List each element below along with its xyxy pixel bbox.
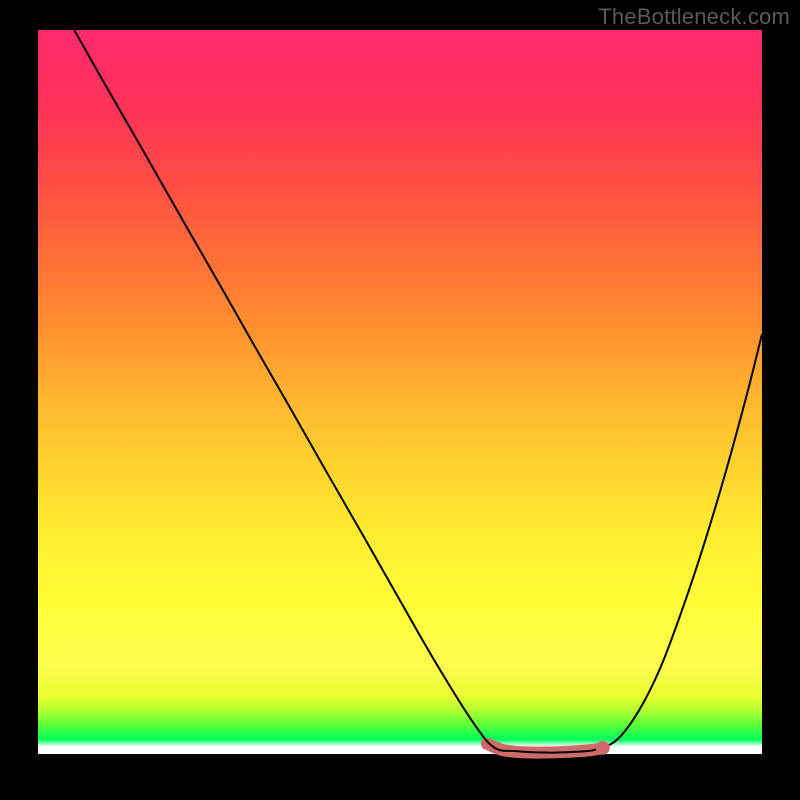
chart-frame: TheBottleneck.com: [0, 0, 800, 800]
curve-overlay: [38, 30, 762, 754]
bottleneck-curve: [74, 30, 762, 753]
flat-zone-end-dot: [596, 741, 610, 755]
watermark-label: TheBottleneck.com: [598, 4, 790, 30]
plot-area: [38, 30, 762, 754]
